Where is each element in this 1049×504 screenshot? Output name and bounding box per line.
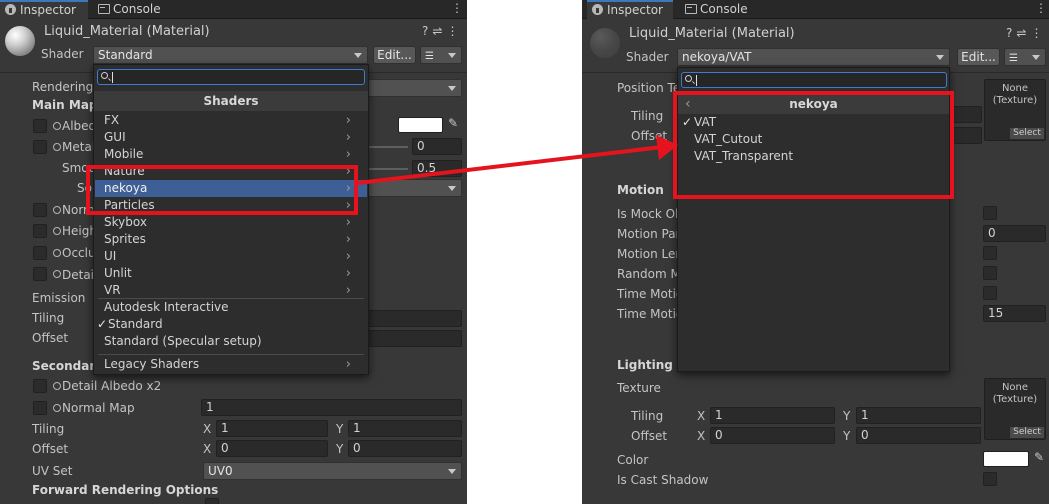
arrow-head (656, 135, 678, 160)
annotation-arrow (357, 135, 678, 185)
arrow-line (357, 145, 663, 185)
